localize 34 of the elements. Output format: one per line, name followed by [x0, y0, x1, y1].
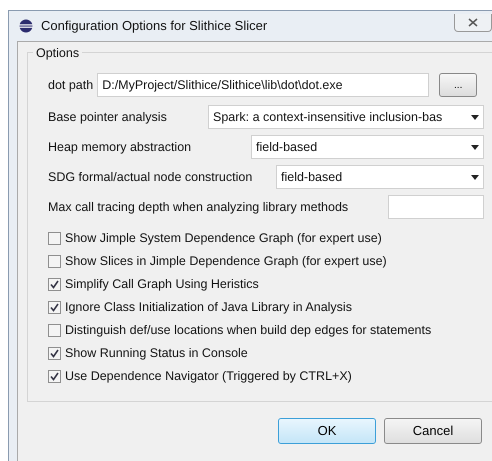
checkbox[interactable] [48, 370, 61, 383]
ok-button[interactable]: OK [278, 418, 376, 444]
field-label: Max call tracing depth when analyzing library methods [48, 198, 348, 216]
checkbox-label: Simplify Call Graph Using Heristics [65, 276, 259, 294]
path-field[interactable]: D:/MyProject/Slithice/Slithice\lib\dot\dot.exe [97, 73, 430, 97]
checkbox-label: Show Jimple System Dependence Graph (for expert use) [65, 230, 382, 248]
checkbox[interactable] [48, 232, 61, 245]
caret-icon [471, 114, 479, 120]
field-label: SDG formal/actual node construction [48, 168, 252, 186]
checkbox[interactable] [48, 347, 61, 360]
field-label: Heap memory abstraction [48, 138, 192, 156]
checkbox[interactable] [48, 255, 61, 268]
checkbox-label: Ignore Class Initialization of Java Library in Analysis [65, 299, 352, 316]
browse-button[interactable]: ... [439, 73, 478, 97]
checkbox[interactable] [48, 324, 61, 337]
dropdown[interactable]: field-based [276, 165, 484, 189]
caret-icon [471, 144, 479, 150]
close-button[interactable] [454, 14, 492, 32]
checkbox-label: Show Running Status in Console [65, 345, 248, 362]
checkbox-label: Distinguish def/use locations when build dep edges for statements [65, 322, 432, 340]
caret-icon [471, 174, 479, 180]
window-title: Configuration Options for Slithice Slicer [41, 17, 268, 36]
depth-field[interactable] [388, 195, 484, 219]
app-icon [19, 19, 33, 33]
field-label: dot path [48, 76, 94, 94]
checkbox-label: Show Slices in Jimple Dependence Graph (for expert use) [65, 253, 387, 270]
checkbox-label: Use Dependence Navigator (Triggered by CTRL+X) [65, 368, 352, 386]
checkbox[interactable] [48, 301, 61, 314]
checkbox[interactable] [48, 278, 61, 291]
dropdown[interactable]: Spark: a context-insensitive inclusion-bas [208, 105, 484, 129]
dropdown[interactable]: field-based [251, 135, 484, 159]
cancel-button[interactable]: Cancel [384, 418, 482, 444]
field-label: Base pointer analysis [48, 108, 167, 126]
close-icon [468, 18, 478, 27]
